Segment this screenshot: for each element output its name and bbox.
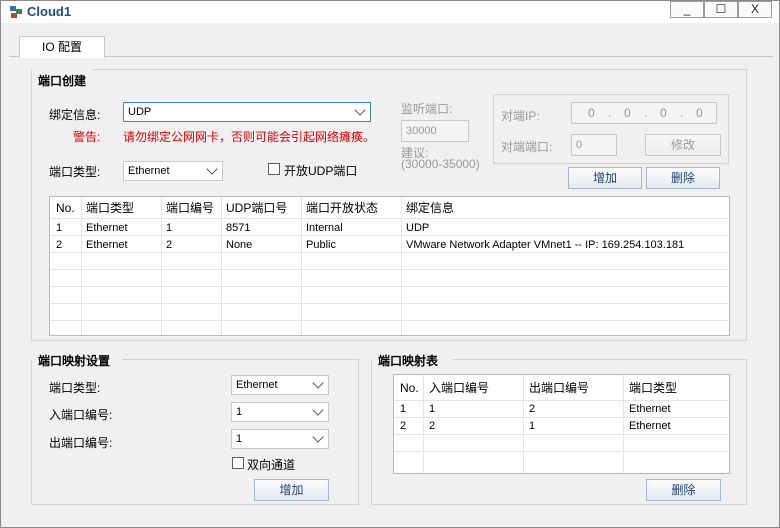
peer-ip-octet-4: 0 xyxy=(696,106,703,120)
port-creation-title: 端口创建 xyxy=(38,74,87,88)
table-row[interactable]: 1 Ethernet 1 8571 Internal UDP xyxy=(50,220,729,237)
open-udp-label: 开放UDP端口 xyxy=(284,164,358,178)
chevron-down-icon xyxy=(312,404,324,416)
port-type-label: 端口类型: xyxy=(49,165,101,179)
cell-port-type: Ethernet xyxy=(629,420,671,432)
cell-udp-port: None xyxy=(226,239,253,251)
cell-open-state: Public xyxy=(306,239,336,251)
cell-in-port: 1 xyxy=(429,403,436,415)
col-header-no[interactable]: No. xyxy=(52,200,82,217)
cell-no: 1 xyxy=(400,403,407,415)
port-type-value: Ethernet xyxy=(128,165,170,177)
peer-ip-octet-2: 0 xyxy=(624,106,631,120)
map-port-type-value: Ethernet xyxy=(236,379,278,391)
table-row[interactable]: 2 2 1 Ethernet xyxy=(394,418,729,435)
col-header-port-number[interactable]: 端口编号 xyxy=(162,200,222,217)
delete-mapping-button[interactable]: 删除 xyxy=(646,479,721,501)
window-title: Cloud1 xyxy=(27,4,72,19)
ip-dot: . xyxy=(680,106,684,120)
table-header-row: No. 端口类型 端口编号 UDP端口号 端口开放状态 绑定信息 xyxy=(50,200,729,217)
listen-port-label: 监听端口: xyxy=(401,102,453,116)
chevron-down-icon xyxy=(312,377,324,389)
port-mapping-settings-title: 端口映射设置 xyxy=(38,354,111,368)
port-table: No. 端口类型 端口编号 UDP端口号 端口开放状态 绑定信息 1 Ether… xyxy=(49,196,730,336)
delete-port-button[interactable]: 删除 xyxy=(646,167,720,189)
in-port-value: 1 xyxy=(236,406,243,418)
ip-dot: . xyxy=(608,106,612,120)
peer-port-input[interactable]: 0 xyxy=(571,134,617,156)
cell-bind-info: VMware Network Adapter VMnet1 -- IP: 169… xyxy=(406,239,685,251)
chevron-down-icon xyxy=(354,104,366,116)
port-mapping-table-heading: 端口映射表 xyxy=(372,349,452,369)
in-port-label: 入端口编号: xyxy=(49,408,113,422)
peer-port-label: 对端端口: xyxy=(501,140,553,154)
tab-io-config[interactable]: IO 配置 xyxy=(19,36,105,58)
cell-no: 2 xyxy=(400,420,407,432)
cell-in-port: 2 xyxy=(429,420,436,432)
col-header-port-type[interactable]: 端口类型 xyxy=(625,380,725,397)
bind-info-select[interactable]: UDP xyxy=(123,102,371,122)
suggest-range: (30000-35000) xyxy=(401,157,480,171)
bidirectional-label: 双向通道 xyxy=(247,458,296,472)
port-mapping-table-title: 端口映射表 xyxy=(378,354,439,368)
cell-port-type: Ethernet xyxy=(86,239,128,251)
warning-label: 警告: xyxy=(73,130,101,144)
col-header-no[interactable]: No. xyxy=(396,380,424,397)
add-port-button[interactable]: 增加 xyxy=(568,167,642,189)
cloud-window: Cloud1 _ ☐ X IO 配置 端口创建 绑定信息: UDP 警告: 请勿… xyxy=(0,0,780,528)
modify-button[interactable]: 修改 xyxy=(645,134,721,156)
listen-port-input[interactable]: 30000 xyxy=(401,120,469,142)
peer-ip-octet-3: 0 xyxy=(660,106,667,120)
port-type-select[interactable]: Ethernet xyxy=(123,161,223,181)
map-port-type-select[interactable]: Ethernet xyxy=(231,375,329,395)
cell-out-port: 1 xyxy=(529,420,536,432)
close-button[interactable]: X xyxy=(738,1,772,18)
cell-no: 2 xyxy=(56,239,63,251)
tab-strip: IO 配置 xyxy=(9,31,773,58)
port-creation-heading: 端口创建 xyxy=(32,69,92,89)
col-header-bind-info[interactable]: 绑定信息 xyxy=(402,200,722,217)
bind-info-value: UDP xyxy=(128,106,152,118)
port-mapping-settings-heading: 端口映射设置 xyxy=(32,349,122,369)
peer-ip-label: 对端IP: xyxy=(501,109,540,123)
peer-ip-octet-1: 0 xyxy=(588,106,595,120)
bind-info-label: 绑定信息: xyxy=(49,108,101,122)
chevron-down-icon xyxy=(206,163,218,175)
col-header-port-type[interactable]: 端口类型 xyxy=(82,200,162,217)
out-port-value: 1 xyxy=(236,433,243,445)
table-row[interactable]: 1 1 2 Ethernet xyxy=(394,401,729,418)
cell-port-type: Ethernet xyxy=(629,403,671,415)
cell-out-port: 2 xyxy=(529,403,536,415)
cell-bind-info: UDP xyxy=(406,222,430,234)
add-mapping-button[interactable]: 增加 xyxy=(254,479,329,501)
maximize-button[interactable]: ☐ xyxy=(704,1,738,18)
minimize-button[interactable]: _ xyxy=(670,1,704,18)
cell-port-number: 2 xyxy=(166,239,173,251)
cell-no: 1 xyxy=(56,222,63,234)
cell-port-number: 1 xyxy=(166,222,173,234)
out-port-label: 出端口编号: xyxy=(49,436,113,450)
cloud-app-icon xyxy=(10,6,22,18)
warning-text: 请勿绑定公网网卡，否则可能会引起网络瘫痪。 xyxy=(123,130,376,144)
cell-port-type: Ethernet xyxy=(86,222,128,234)
col-header-in-port[interactable]: 入端口编号 xyxy=(425,380,523,397)
map-port-type-label: 端口类型: xyxy=(49,381,101,395)
in-port-select[interactable]: 1 xyxy=(231,402,329,422)
mapping-header-row: No. 入端口编号 出端口编号 端口类型 xyxy=(394,380,729,397)
chevron-down-icon xyxy=(312,431,324,443)
cell-open-state: Internal xyxy=(306,222,343,234)
mapping-table: No. 入端口编号 出端口编号 端口类型 1 1 2 Ethernet 2 2 … xyxy=(393,374,730,474)
out-port-select[interactable]: 1 xyxy=(231,429,329,449)
open-udp-checkbox[interactable] xyxy=(268,163,280,175)
title-bar[interactable]: Cloud1 _ ☐ X xyxy=(1,1,779,23)
ip-dot: . xyxy=(644,106,648,120)
cell-udp-port: 8571 xyxy=(226,222,251,234)
col-header-udp-port[interactable]: UDP端口号 xyxy=(222,200,302,217)
peer-ip-input[interactable]: 0 . 0 . 0 . 0 xyxy=(571,102,717,124)
table-row[interactable]: 2 Ethernet 2 None Public VMware Network … xyxy=(50,237,729,254)
col-header-out-port[interactable]: 出端口编号 xyxy=(525,380,623,397)
bidirectional-checkbox[interactable] xyxy=(232,457,244,469)
col-header-open-state[interactable]: 端口开放状态 xyxy=(302,200,402,217)
